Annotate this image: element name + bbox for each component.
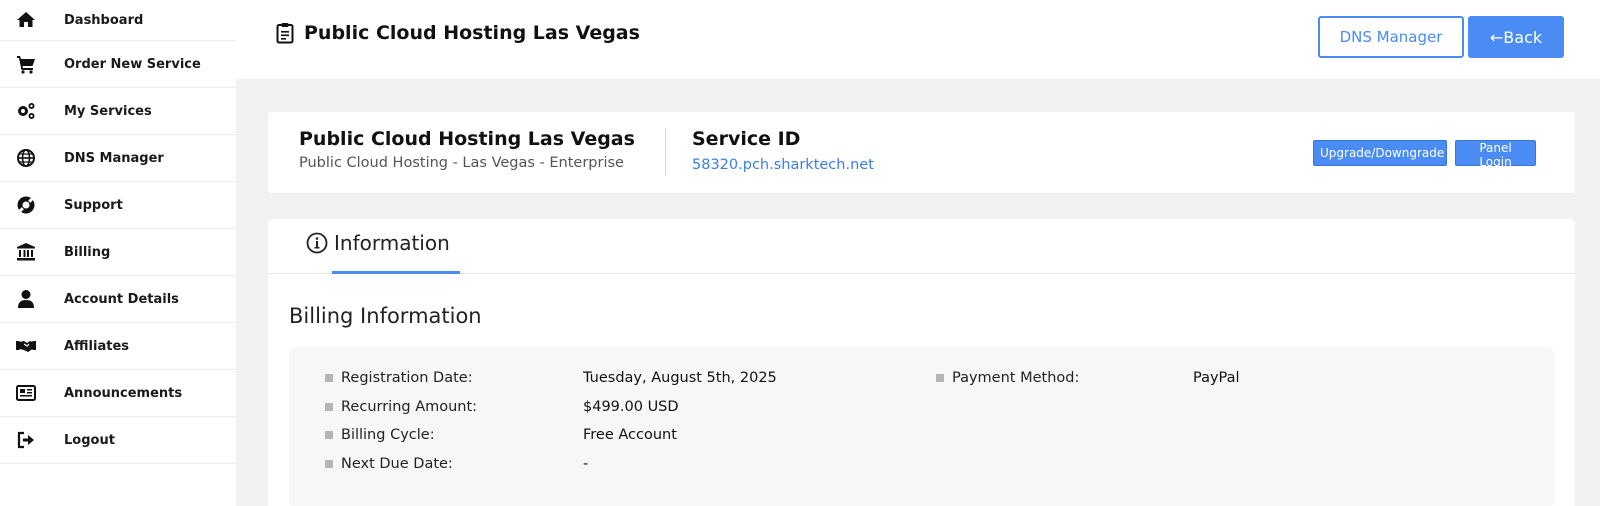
sidebar-item-label: DNS Manager	[64, 150, 164, 166]
registration-date-label: Registration Date:	[325, 370, 473, 386]
page-title: Public Cloud Hosting Las Vegas	[276, 22, 640, 44]
back-button-label: Back	[1503, 27, 1543, 47]
label-text: Payment Method:	[952, 370, 1080, 386]
sidebar-item-order-new-service[interactable]: Order New Service	[0, 41, 236, 88]
logout-icon	[0, 430, 64, 450]
handshake-icon	[0, 336, 64, 356]
upgrade-downgrade-button[interactable]: Upgrade/Downgrade	[1313, 140, 1447, 166]
bank-icon	[0, 242, 64, 262]
bullet	[325, 431, 333, 439]
billing-section-title: Billing Information	[289, 304, 482, 328]
payment-method-label: Payment Method:	[936, 370, 1079, 386]
billing-cycle-value: Free Account	[583, 427, 677, 443]
sidebar-item-my-services[interactable]: My Services	[0, 88, 236, 135]
label-text: Billing Cycle:	[341, 427, 435, 443]
label-text: Registration Date:	[341, 370, 473, 386]
sidebar-item-label: Dashboard	[64, 12, 144, 28]
tab-information-label: Information	[334, 231, 450, 255]
sidebar-item-label: My Services	[64, 103, 152, 119]
service-id-label: Service ID	[692, 128, 801, 150]
info-icon	[306, 232, 328, 254]
sidebar-item-label: Account Details	[64, 291, 179, 307]
active-tab-indicator	[332, 271, 460, 274]
service-subtitle: Public Cloud Hosting - Las Vegas - Enter…	[299, 155, 624, 171]
page-title-text: Public Cloud Hosting Las Vegas	[304, 22, 640, 44]
service-id-link[interactable]: 58320.pch.sharktech.net	[692, 157, 874, 173]
tab-bar: Information	[268, 219, 1575, 274]
recurring-amount-value: $499.00 USD	[583, 399, 679, 415]
service-name: Public Cloud Hosting Las Vegas	[299, 128, 635, 150]
tab-information[interactable]: Information	[306, 231, 450, 255]
billing-info-box: Registration Date: Tuesday, August 5th, …	[289, 347, 1554, 506]
bullet	[936, 374, 944, 382]
next-due-date-label: Next Due Date:	[325, 456, 453, 472]
divider	[665, 128, 666, 176]
newspaper-icon	[0, 383, 64, 403]
information-card: Information Billing Information Registra…	[268, 219, 1575, 506]
user-icon	[0, 289, 64, 309]
sidebar-item-label: Billing	[64, 244, 111, 260]
sidebar-item-dns-manager[interactable]: DNS Manager	[0, 135, 236, 182]
lifebuoy-icon	[0, 195, 64, 215]
sidebar-item-label: Logout	[64, 432, 115, 448]
next-due-date-value: -	[583, 456, 589, 472]
gears-icon	[0, 101, 64, 121]
registration-date-value: Tuesday, August 5th, 2025	[583, 370, 777, 386]
sidebar: Dashboard Order New Service My Services …	[0, 0, 236, 506]
sidebar-item-label: Announcements	[64, 385, 183, 401]
sidebar-item-account-details[interactable]: Account Details	[0, 276, 236, 323]
sidebar-item-label: Order New Service	[64, 56, 201, 72]
bullet	[325, 403, 333, 411]
arrow-left-icon: ←	[1489, 27, 1504, 47]
globe-icon	[0, 148, 64, 168]
sidebar-item-support[interactable]: Support	[0, 182, 236, 229]
bullet	[325, 374, 333, 382]
recurring-amount-label: Recurring Amount:	[325, 399, 477, 415]
bullet	[325, 460, 333, 468]
dns-manager-button[interactable]: DNS Manager	[1318, 16, 1464, 58]
sidebar-item-affiliates[interactable]: Affiliates	[0, 323, 236, 370]
page-header: Public Cloud Hosting Las Vegas DNS Manag…	[236, 0, 1600, 79]
billing-cycle-label: Billing Cycle:	[325, 427, 435, 443]
sidebar-item-billing[interactable]: Billing	[0, 229, 236, 276]
clipboard-icon	[276, 23, 294, 44]
panel-login-button[interactable]: Panel Login	[1455, 140, 1536, 169]
sidebar-item-logout[interactable]: Logout	[0, 417, 236, 464]
label-text: Next Due Date:	[341, 456, 453, 472]
sidebar-item-announcements[interactable]: Announcements	[0, 370, 236, 417]
label-text: Recurring Amount:	[341, 399, 478, 415]
sidebar-item-label: Affiliates	[64, 338, 130, 354]
home-icon	[0, 10, 64, 30]
sidebar-item-dashboard[interactable]: Dashboard	[0, 0, 236, 41]
back-button[interactable]: ←Back	[1468, 16, 1564, 58]
service-card: Public Cloud Hosting Las Vegas Public Cl…	[268, 112, 1575, 193]
payment-method-value: PayPal	[1193, 370, 1240, 386]
sidebar-item-label: Support	[64, 197, 123, 213]
cart-icon	[0, 54, 64, 74]
